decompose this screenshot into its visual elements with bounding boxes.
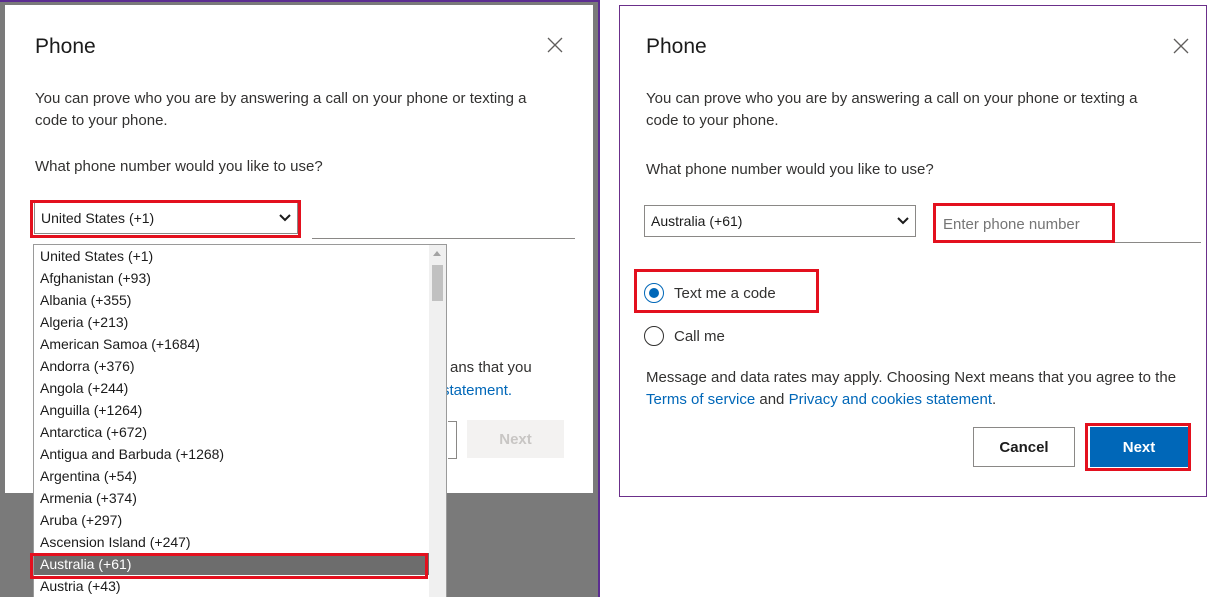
phone-dialog-right: Phone You can prove who you are by answe… bbox=[619, 5, 1207, 497]
country-option[interactable]: Angola (+244) bbox=[34, 377, 446, 399]
country-option[interactable]: Anguilla (+1264) bbox=[34, 399, 446, 421]
terms-suffix: . bbox=[992, 391, 997, 408]
country-option[interactable]: Afghanistan (+93) bbox=[34, 267, 446, 289]
country-option[interactable]: Antigua and Barbuda (+1268) bbox=[34, 443, 446, 465]
country-option[interactable]: Antarctica (+672) bbox=[34, 421, 446, 443]
scrollbar[interactable] bbox=[429, 245, 446, 597]
terms-text-partial: ans that you bbox=[450, 359, 532, 376]
chevron-down-icon bbox=[897, 217, 909, 225]
close-icon[interactable] bbox=[1173, 38, 1191, 56]
radio-checked-icon[interactable] bbox=[644, 283, 664, 303]
phone-number-input[interactable] bbox=[943, 216, 1123, 233]
country-option[interactable]: Australia (+61) bbox=[34, 553, 446, 575]
radio-dot bbox=[649, 288, 659, 298]
country-option[interactable]: Algeria (+213) bbox=[34, 311, 446, 333]
terms-of-service-link[interactable]: Terms of service bbox=[646, 391, 755, 408]
country-dropdown-list[interactable]: United States (+1) Afghanistan (+93) Alban… bbox=[33, 244, 447, 597]
radio-text-me-a-code[interactable]: Text me a code bbox=[644, 283, 776, 303]
dialog-title: Phone bbox=[646, 35, 707, 58]
country-option[interactable]: Aruba (+297) bbox=[34, 509, 446, 531]
phone-number-field[interactable] bbox=[312, 237, 575, 239]
country-option[interactable]: United States (+1) bbox=[34, 245, 446, 267]
next-button[interactable]: Next bbox=[1090, 427, 1188, 467]
left-screenshot-panel: Phone You can prove who you are by answe… bbox=[0, 0, 600, 597]
country-select[interactable]: Australia (+61) bbox=[644, 205, 916, 237]
privacy-link[interactable]: Privacy and cookies statement bbox=[789, 391, 992, 408]
dialog-description: You can prove who you are by answering a… bbox=[35, 90, 527, 129]
country-option[interactable]: American Samoa (+1684) bbox=[34, 333, 446, 355]
dialog-description: You can prove who you are by answering a… bbox=[646, 90, 1138, 129]
frame-border bbox=[0, 0, 598, 2]
cancel-button-partial[interactable] bbox=[448, 421, 457, 459]
country-options: United States (+1) Afghanistan (+93) Alban… bbox=[34, 245, 446, 597]
next-button[interactable]: Next bbox=[467, 420, 564, 458]
radio-label-text: Text me a code bbox=[674, 284, 776, 302]
country-select-value: Australia (+61) bbox=[651, 213, 743, 229]
scroll-thumb[interactable] bbox=[432, 265, 443, 301]
country-select[interactable]: United States (+1) bbox=[34, 202, 298, 234]
country-option[interactable]: Ascension Island (+247) bbox=[34, 531, 446, 553]
country-option[interactable]: Argentina (+54) bbox=[34, 465, 446, 487]
terms-prefix: Message and data rates may apply. Choosi… bbox=[646, 369, 1177, 386]
phone-question: What phone number would you like to use? bbox=[646, 161, 934, 178]
terms-and: and bbox=[755, 391, 789, 408]
dialog-title: Phone bbox=[35, 35, 96, 58]
radio-call-me[interactable]: Call me bbox=[644, 326, 725, 346]
chevron-down-icon bbox=[279, 214, 291, 222]
country-option[interactable]: Andorra (+376) bbox=[34, 355, 446, 377]
country-select-value: United States (+1) bbox=[41, 210, 155, 226]
phone-question: What phone number would you like to use? bbox=[35, 158, 323, 175]
country-option[interactable]: Armenia (+374) bbox=[34, 487, 446, 509]
close-icon[interactable] bbox=[547, 37, 565, 55]
cancel-button[interactable]: Cancel bbox=[973, 427, 1075, 467]
privacy-link-partial[interactable]: statement. bbox=[442, 382, 512, 399]
terms-text: Message and data rates may apply. Choosi… bbox=[646, 367, 1186, 411]
scroll-up-arrow-icon[interactable] bbox=[433, 251, 441, 256]
radio-label-call: Call me bbox=[674, 327, 725, 345]
phone-number-underline bbox=[933, 241, 1201, 243]
radio-unchecked-icon[interactable] bbox=[644, 326, 664, 346]
country-option[interactable]: Austria (+43) bbox=[34, 575, 446, 597]
country-option[interactable]: Albania (+355) bbox=[34, 289, 446, 311]
